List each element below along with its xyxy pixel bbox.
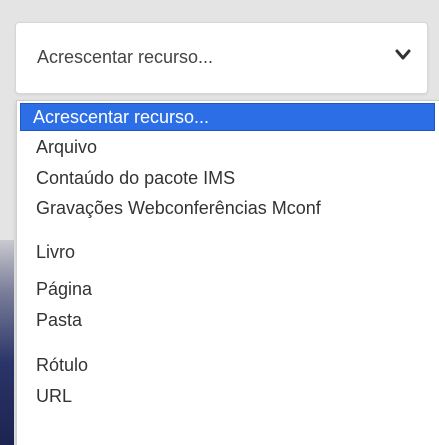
option-gravacoes-webconferencias[interactable]: Gravações Webconferências Mconf (20, 195, 439, 221)
resource-select[interactable]: Acrescentar recurso... (15, 22, 428, 94)
option-pasta[interactable]: Pasta (20, 307, 439, 333)
option-pagina[interactable]: Página (20, 276, 439, 302)
option-rotulo[interactable]: Rótulo (20, 352, 439, 378)
chevron-down-icon[interactable] (395, 49, 411, 61)
option-livro[interactable]: Livro (20, 239, 439, 265)
select-value: Acrescentar recurso... (37, 47, 214, 67)
background-image-strip (0, 240, 14, 445)
option-acrescentar-recurso[interactable]: Acrescentar recurso... (20, 103, 435, 131)
option-url[interactable]: URL (20, 383, 439, 409)
option-conteudo-pacote-ims[interactable]: Contaúdo do pacote IMS (20, 165, 439, 191)
option-arquivo[interactable]: Arquivo (20, 134, 439, 160)
resource-dropdown-list: Acrescentar recurso... Arquivo Contaúdo … (16, 100, 439, 445)
